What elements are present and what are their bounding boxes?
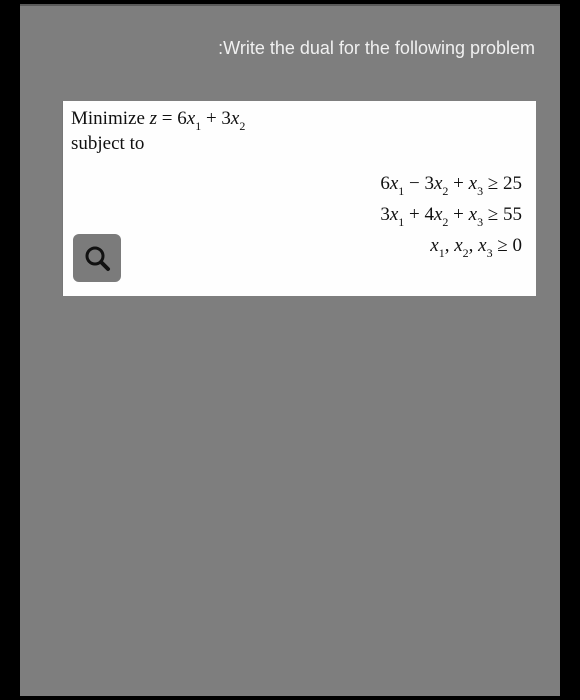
page-background: :Write the dual for the following proble… — [20, 4, 560, 696]
constraint-line: 3x1 + 4x2 + x3 ≥ 55 — [380, 200, 522, 231]
objective-prefix: Minimize — [71, 108, 150, 129]
problem-box: Minimize z = 6x1 + 3x2 subject to 6x1 − … — [62, 101, 536, 296]
question-prompt: :Write the dual for the following proble… — [218, 38, 535, 59]
subject-to-label: subject to — [71, 133, 144, 155]
zoom-button[interactable] — [73, 234, 121, 282]
constraint-line: 6x1 − 3x2 + x3 ≥ 25 — [380, 169, 522, 200]
magnifier-icon — [83, 244, 111, 272]
objective-expression: z = 6x1 + 3x2 — [150, 108, 246, 129]
objective-line: Minimize z = 6x1 + 3x2 — [71, 108, 245, 133]
constraint-line: x1, x2, x3 ≥ 0 — [380, 231, 522, 262]
constraints-block: 6x1 − 3x2 + x3 ≥ 25 3x1 + 4x2 + x3 ≥ 55 … — [380, 169, 522, 262]
